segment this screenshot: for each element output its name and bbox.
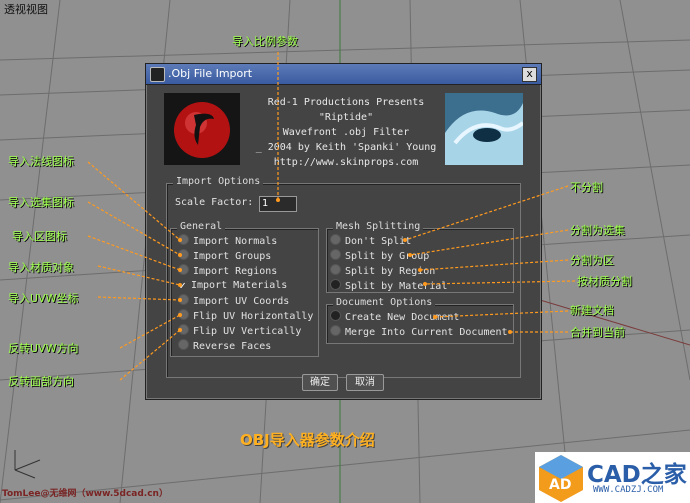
badge-logo-text: AD bbox=[549, 477, 571, 493]
checkbox-indicator bbox=[178, 264, 189, 275]
checkbox-label: Import UV Coords bbox=[193, 296, 290, 307]
mesh-splitting-title: Mesh Splitting bbox=[333, 221, 424, 232]
app-icon bbox=[150, 67, 165, 82]
radio-label: Merge Into Current Document bbox=[345, 327, 508, 338]
dont-split-radio[interactable]: Don't Split bbox=[330, 234, 411, 248]
annotation-regions: 导入区图标 bbox=[12, 230, 67, 243]
checkbox-indicator bbox=[178, 249, 189, 260]
red-logo-image bbox=[164, 93, 240, 165]
radio-label: Split by Region bbox=[345, 266, 436, 277]
radio-label: Don't Split bbox=[345, 236, 412, 247]
radio-indicator bbox=[330, 279, 341, 290]
radio-indicator bbox=[330, 264, 341, 275]
dialog-title: .Obj File Import bbox=[168, 67, 253, 80]
checkbox-indicator bbox=[178, 309, 189, 320]
radio-indicator bbox=[330, 325, 341, 336]
annotation-merge: 合并到当前 bbox=[570, 326, 625, 339]
import-regions-checkbox[interactable]: Import Regions bbox=[178, 264, 277, 278]
create-new-document-radio[interactable]: Create New Document bbox=[330, 310, 459, 324]
checkbox-indicator bbox=[178, 324, 189, 335]
split-by-group-radio[interactable]: Split by Group bbox=[330, 249, 429, 263]
radio-indicator bbox=[330, 234, 341, 245]
radio-indicator bbox=[330, 310, 341, 321]
annotation-dont-split: 不分割 bbox=[570, 181, 603, 194]
scale-factor-label: Scale Factor: bbox=[175, 197, 254, 208]
annotation-groups: 导入选集图标 bbox=[8, 196, 74, 209]
annotation-uvw: 导入UVW坐标 bbox=[8, 292, 79, 305]
checkbox-indicator bbox=[178, 234, 189, 245]
annotation-flip-uvw: 反转UVW方向 bbox=[8, 342, 79, 355]
annotation-materials: 导入材质对象 bbox=[8, 261, 74, 274]
annotation-reverse-faces: 反转面部方向 bbox=[8, 375, 74, 388]
merge-into-current-radio[interactable]: Merge Into Current Document bbox=[330, 325, 508, 339]
checkbox-label: Reverse Faces bbox=[193, 341, 272, 352]
document-options-title: Document Options bbox=[333, 297, 436, 308]
credit-line-5: http://www.skinprops.com bbox=[273, 157, 419, 168]
checkbox-label: Import Regions bbox=[193, 266, 278, 277]
import-options-title: Import Options bbox=[173, 176, 264, 187]
badge-main-text: CAD之家 bbox=[587, 462, 687, 488]
radio-label: Split by Material bbox=[345, 281, 448, 292]
import-groups-checkbox[interactable]: Import Groups bbox=[178, 249, 271, 263]
cad-home-logo: AD CAD之家 WWW.CADZJ.COM bbox=[535, 452, 690, 503]
radio-indicator bbox=[330, 249, 341, 260]
credit-line-4: _ 2004 by Keith 'Spanki' Young bbox=[255, 142, 437, 153]
caption-title: OBJ导入器参数介绍 bbox=[240, 431, 375, 449]
import-materials-checkbox[interactable]: ✓ Import Materials bbox=[178, 279, 287, 293]
footer-credit: TomLee@无维网（www.5dcad.cn） bbox=[2, 489, 168, 499]
ok-button[interactable]: 确定 bbox=[302, 374, 338, 391]
checkmark-icon: ✓ bbox=[179, 279, 186, 292]
cancel-button[interactable]: 取消 bbox=[346, 374, 384, 391]
checkbox-label: Import Normals bbox=[193, 236, 278, 247]
badge-url: WWW.CADZJ.COM bbox=[593, 485, 664, 495]
checkbox-label: Flip UV Vertically bbox=[193, 326, 302, 337]
flip-uv-horizontally-checkbox[interactable]: Flip UV Horizontally bbox=[178, 309, 313, 323]
flip-uv-vertically-checkbox[interactable]: Flip UV Vertically bbox=[178, 324, 301, 338]
credit-line-3: Wavefront .obj Filter bbox=[282, 127, 410, 138]
checkbox-label: Flip UV Horizontally bbox=[193, 311, 314, 322]
radio-label: Split by Group bbox=[345, 251, 430, 262]
split-by-region-radio[interactable]: Split by Region bbox=[330, 264, 435, 278]
reverse-faces-checkbox[interactable]: Reverse Faces bbox=[178, 339, 271, 353]
wave-image bbox=[445, 93, 523, 165]
dialog-titlebar[interactable]: .Obj File Import x bbox=[146, 64, 541, 85]
annotation-split-material: 按材质分割 bbox=[577, 275, 632, 288]
general-title: General bbox=[177, 221, 226, 232]
checkbox-label: Import Groups bbox=[193, 251, 272, 262]
split-by-material-radio[interactable]: Split by Material bbox=[330, 279, 447, 293]
radio-label: Create New Document bbox=[345, 312, 460, 323]
checkbox-indicator bbox=[178, 339, 189, 350]
obj-import-dialog: .Obj File Import x Red-1 Productions Pre… bbox=[145, 63, 542, 400]
header-credits: Red-1 Productions Presents "Riptide" Wav… bbox=[246, 95, 446, 170]
annotation-scale: 导入比例参数 bbox=[232, 35, 298, 48]
checkbox-indicator bbox=[178, 294, 189, 305]
viewport-label: 透视视图 bbox=[4, 3, 48, 16]
close-button[interactable]: x bbox=[522, 67, 537, 82]
credit-line-1: Red-1 Productions Presents bbox=[267, 97, 425, 108]
annotation-split-region: 分割为区 bbox=[570, 254, 614, 267]
import-normals-checkbox[interactable]: Import Normals bbox=[178, 234, 277, 248]
annotation-normals: 导入法线图标 bbox=[8, 155, 74, 168]
import-uv-coords-checkbox[interactable]: Import UV Coords bbox=[178, 294, 289, 308]
scale-factor-input[interactable]: 1 bbox=[259, 196, 297, 212]
annotation-new-document: 新建文档 bbox=[570, 304, 614, 317]
annotation-split-group: 分割为选集 bbox=[570, 224, 625, 237]
checkbox-label: Import Materials bbox=[191, 280, 288, 291]
credit-line-2: "Riptide" bbox=[318, 112, 374, 123]
